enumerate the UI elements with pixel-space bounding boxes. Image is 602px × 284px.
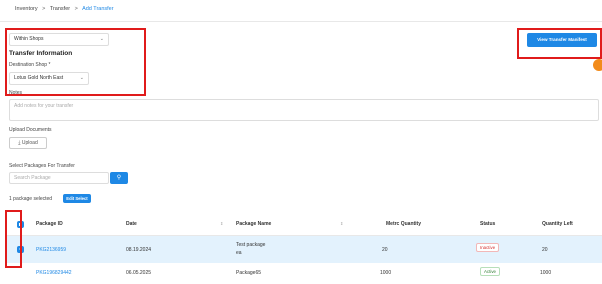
sort-icon[interactable]: ⇕ [220, 221, 223, 226]
col-package-id[interactable]: Package ID [36, 221, 63, 227]
package-date: 08.19.2024 [126, 247, 152, 253]
breadcrumb-inventory[interactable]: Inventory [15, 6, 38, 12]
package-date: 06.05.2025 [126, 270, 152, 276]
notes-textarea[interactable]: Add notes for your transfer [9, 99, 599, 121]
highlight-box-checkboxes [5, 210, 22, 268]
metrc-quantity: 1000 [380, 270, 392, 276]
breadcrumb-transfer[interactable]: Transfer [50, 6, 70, 12]
upload-button[interactable]: ⤓ Upload [9, 137, 47, 149]
search-button[interactable]: ⚲ [110, 172, 128, 184]
package-id-link[interactable]: PKG196829442 [36, 270, 72, 276]
breadcrumb-separator: > [42, 6, 46, 12]
package-name-line2: ea [236, 250, 242, 256]
search-icon: ⚲ [116, 175, 122, 181]
breadcrumb-current: Add Transfer [82, 6, 114, 12]
metrc-quantity: 20 [382, 247, 388, 253]
status-badge: Active [480, 267, 500, 276]
upload-icon: ⤓ [18, 140, 21, 146]
table-row[interactable]: PKG196829442 06.05.2025 Package65 1000 A… [5, 263, 602, 283]
edit-select-button[interactable]: Edit Select [63, 194, 91, 203]
help-bubble-icon[interactable] [593, 59, 602, 71]
top-bar: Inventory > Transfer > Add Transfer [0, 0, 602, 22]
status-badge: Inactive [476, 243, 500, 252]
table-row[interactable]: ✓ PKG2136959 08.19.2024 Test package ea … [5, 236, 602, 263]
quantity-left: 20 [542, 247, 548, 253]
selected-count: 1 package selected [9, 196, 53, 202]
package-name: Test package [236, 242, 266, 248]
package-name: Package65 [236, 270, 262, 276]
highlight-box-manifest-button [517, 28, 602, 59]
col-status[interactable]: Status [480, 221, 495, 227]
quantity-left: 1000 [540, 270, 552, 276]
breadcrumb: Inventory > Transfer > Add Transfer [15, 6, 114, 12]
upload-label: Upload Documents [9, 127, 52, 133]
upload-button-label: Upload [21, 140, 38, 146]
col-metrc-quantity[interactable]: Metrc Quantity [386, 221, 421, 227]
table-header: Package ID Date ⇕ Package Name ⇕ Metrc Q… [5, 212, 602, 236]
highlight-box-transfer-info [5, 28, 146, 96]
package-search-input[interactable]: Search Package [9, 172, 109, 184]
col-package-name[interactable]: Package Name [236, 221, 271, 227]
sort-icon[interactable]: ⇕ [340, 221, 343, 226]
breadcrumb-separator: > [74, 6, 78, 12]
col-date[interactable]: Date [126, 221, 137, 227]
packages-label: Select Packages For Transfer [9, 163, 75, 169]
col-quantity-left[interactable]: Quantity Left [542, 221, 573, 227]
package-id-link[interactable]: PKG2136959 [36, 247, 66, 253]
